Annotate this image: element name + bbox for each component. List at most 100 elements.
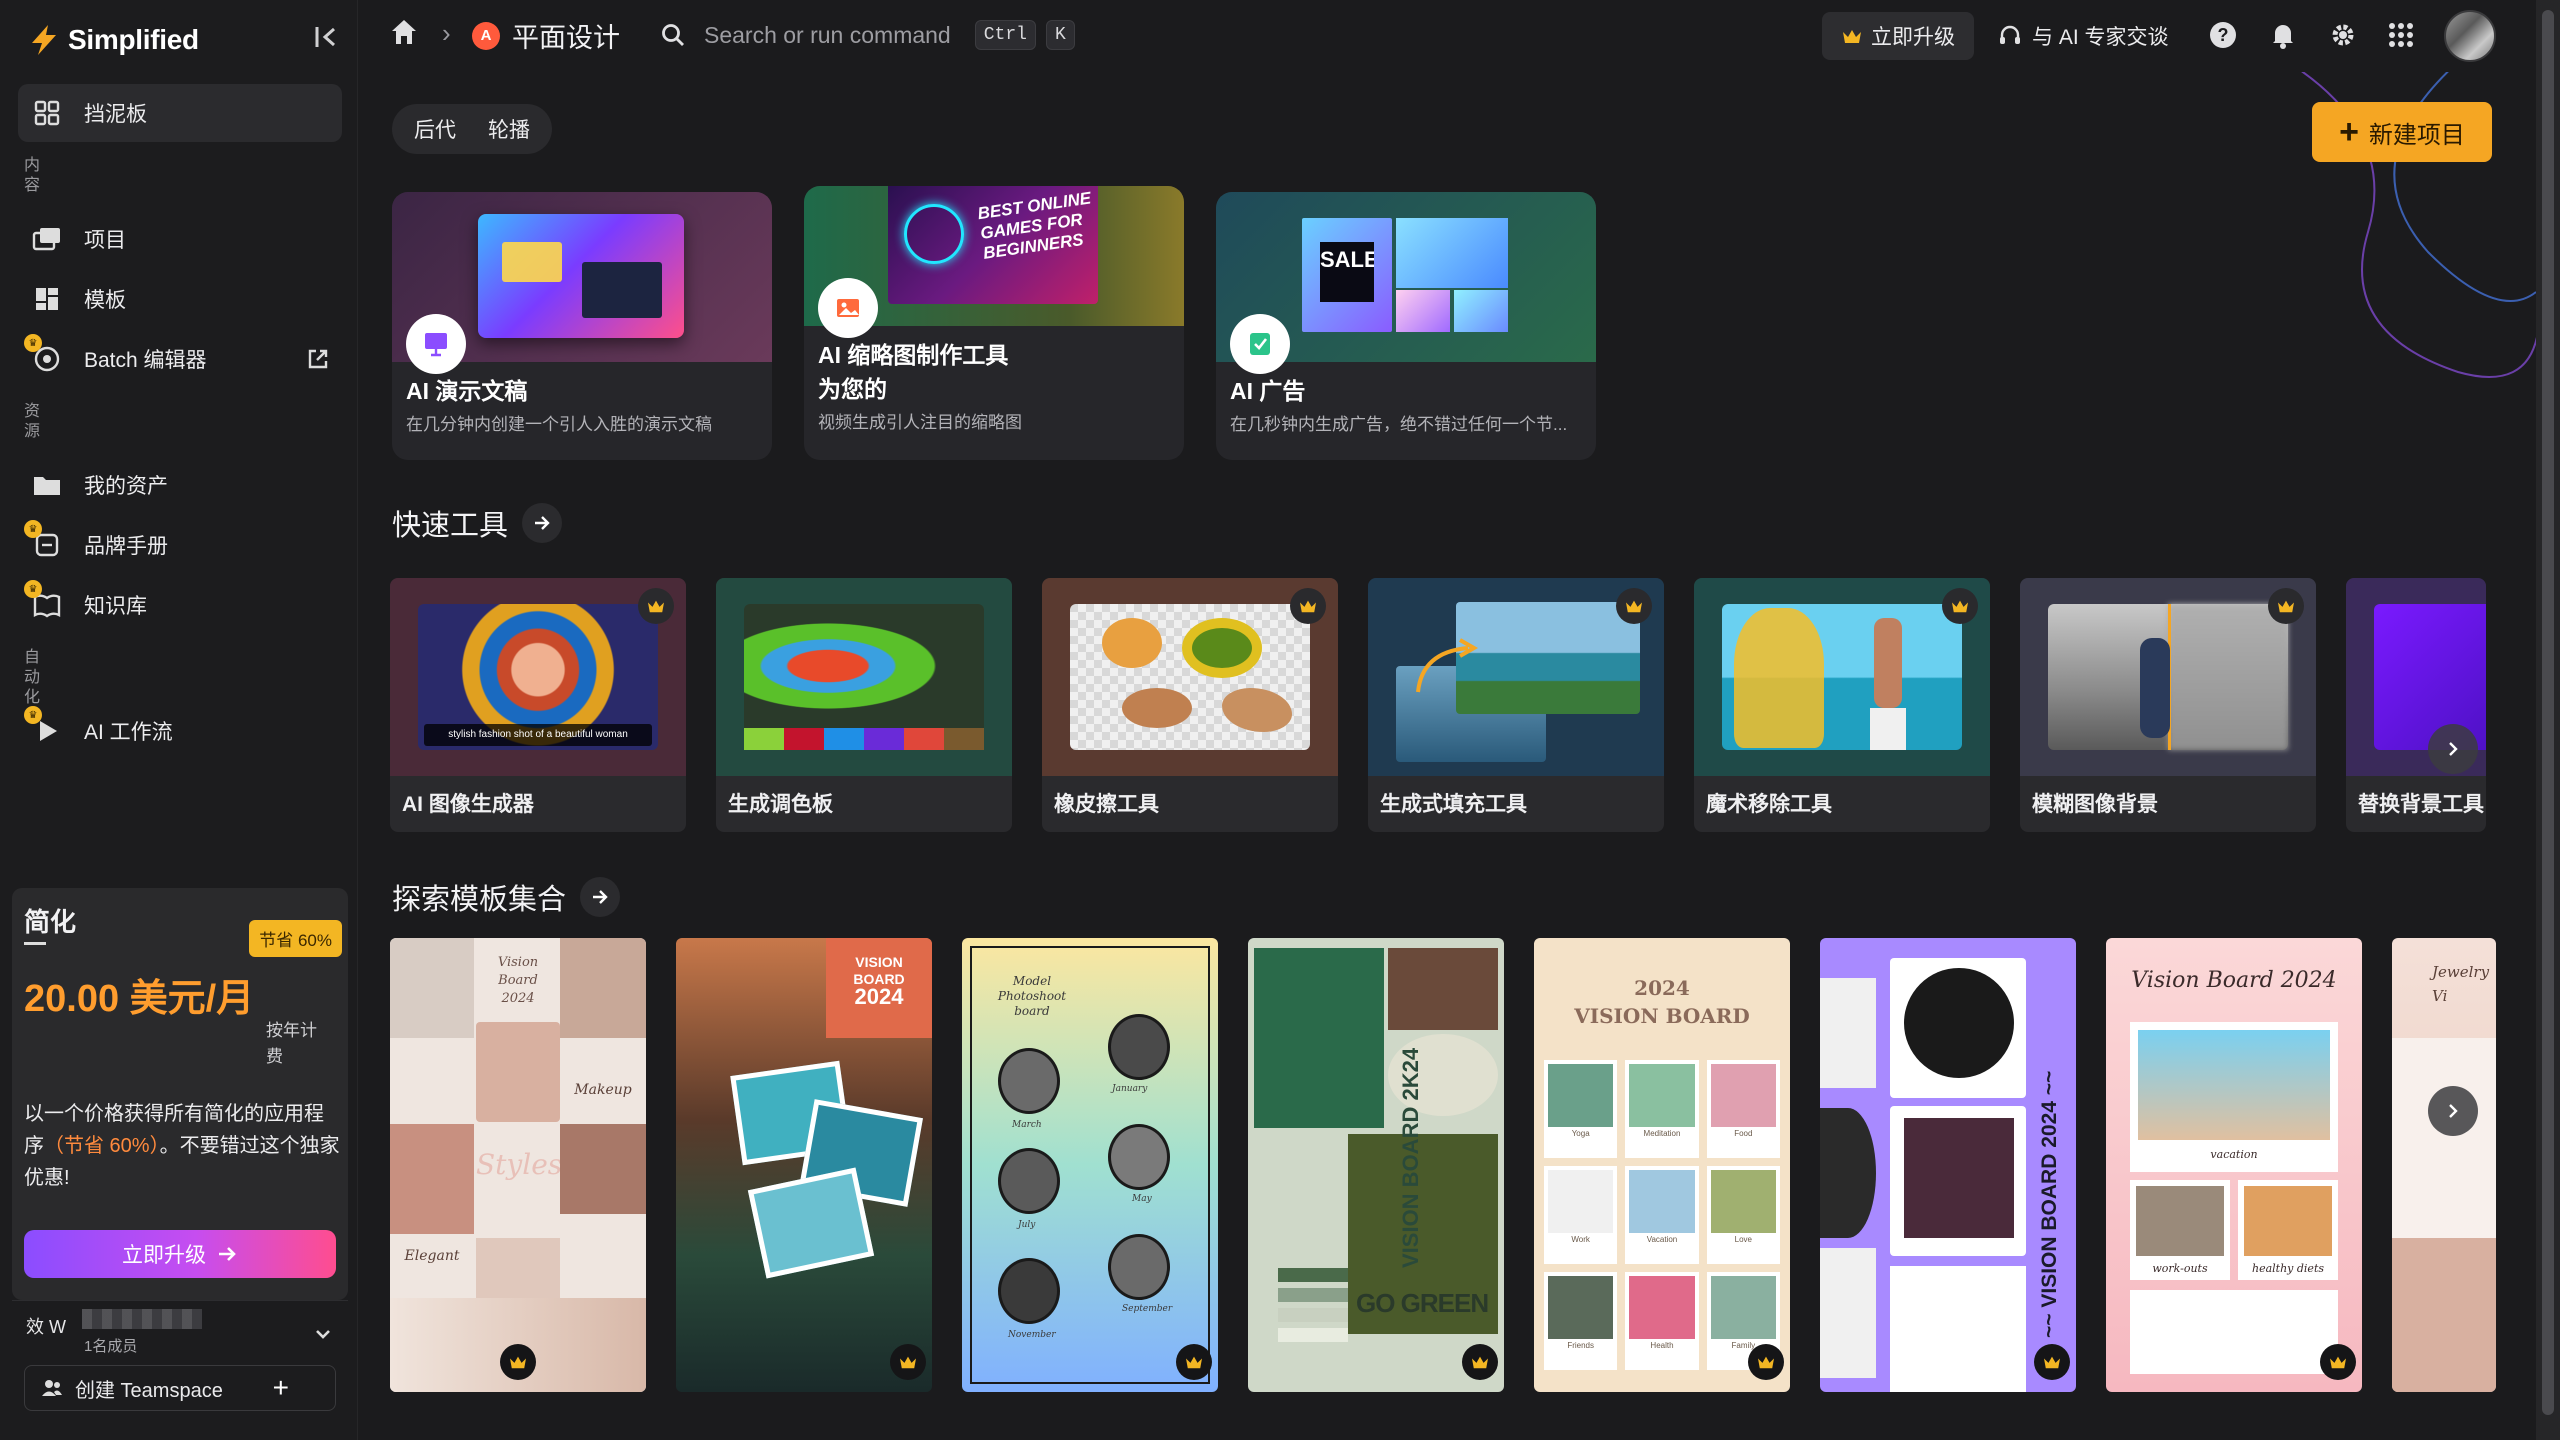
template-label: Yoga [1571,1129,1590,1138]
template-label: July [1018,1220,1036,1230]
tool-replace-background[interactable]: 替换背景工具 [2346,578,2486,832]
tool-eraser[interactable]: 橡皮擦工具 [1042,578,1338,832]
sidebar-item-ai-workflow[interactable]: ♛ AI 工作流 [18,702,342,760]
template-card[interactable]: GO GREEN VISION BOARD 2K24 [1248,938,1504,1392]
ai-expert-label: 与 AI 专家交谈 [2032,26,2169,49]
sidebar-item-label: 挡泥板 [84,103,147,126]
template-card[interactable]: Vision Board 2024 Makeup Styles Elegant [390,938,646,1392]
template-card[interactable]: Model Photoshoot board January March May J… [962,938,1218,1392]
user-avatar[interactable] [2444,10,2496,62]
template-label: Makeup [574,1082,632,1098]
app-title: 平面设计 [512,23,620,53]
template-label: September [1122,1304,1173,1314]
template-card[interactable]: Jewelry Vi [2392,938,2496,1392]
search-placeholder: Search or run command [704,21,951,48]
sidebar-item-label: 品牌手册 [84,535,168,558]
template-card[interactable]: Vision Board 2024 vacation work-outs hea… [2106,938,2362,1392]
sidebar-item-label: 项目 [84,229,126,252]
template-title: Vision Board 2024 [2131,968,2337,993]
home-icon [392,20,416,44]
workspace-name-redacted [82,1309,202,1329]
upgrade-button[interactable]: 立即升级 [1822,12,1974,60]
template-title: Jewelry Vi [2432,963,2490,1005]
feature-card-ai-ads[interactable]: SALE AI 广告 在几秒钟内生成广告，绝不错过任何一个节... [1216,192,1596,460]
collapse-sidebar-icon[interactable] [312,22,342,52]
apps-grid-button[interactable] [2382,16,2420,54]
notifications-button[interactable] [2264,16,2302,54]
tool-magic-remove[interactable]: 魔术移除工具 [1694,578,1990,832]
tool-label: 替换背景工具 [2358,793,2484,816]
promo-upgrade-button[interactable]: 立即升级 [24,1230,336,1278]
talk-to-ai-expert-button[interactable]: 与 AI 专家交谈 [1998,12,2169,60]
main-content: 后代 轮播 + 新建项目 AI 演示文稿 在几分钟内创建一个引人入胜的演示文稿 … [358,72,2536,1440]
sidebar-item-batch-editor[interactable]: ♛ Batch 编辑器 [18,330,342,388]
upgrade-label: 立即升级 [1871,26,1955,49]
create-teamspace-button[interactable]: 创建 Teamspace + [24,1365,336,1411]
crown-icon [2320,1344,2356,1380]
headset-icon [2000,25,2020,44]
template-label: March [1012,1120,1042,1130]
external-link-icon[interactable] [306,347,330,371]
feature-subtitle: 在几分钟内创建一个引人入胜的演示文稿 [406,415,712,434]
feature-card-ai-presentation[interactable]: AI 演示文稿 在几分钟内创建一个引人入胜的演示文稿 [392,192,772,460]
template-card[interactable]: VISION BOARD 2024 [676,938,932,1392]
brand-kit-icon: ♛ [24,520,62,560]
feature-title: AI 缩略图制作工具为您的 [818,342,1009,402]
template-label: work-outs [2152,1262,2208,1275]
logo[interactable]: Simplified [28,20,199,60]
feature-card-ai-thumbnail[interactable]: BEST ONLINE GAMES FOR BEGINNERS AI 缩略图制作… [804,186,1184,460]
tool-label: AI 图像生成器 [402,793,534,816]
sidebar: Simplified 挡泥板 内容 项目 模板 ♛ Batch 编辑器 资源 我… [0,0,358,1440]
quick-tools-header: 快速工具 [392,502,563,544]
sidebar-item-brand-kit[interactable]: ♛ 品牌手册 [18,516,342,574]
command-search[interactable]: Search or run command Ctrl K [650,10,1102,60]
team-icon [42,1380,62,1396]
template-title: Vision Board 2024 [497,955,539,1006]
template-card[interactable]: ~~ VISION BOARD 2024 ~~ [1820,938,2076,1392]
upgrade-promo-card: 简化 节省 60% 20.00 美元/月 按年计费 以一个价格获得所有简化的应用… [12,888,348,1300]
breadcrumb-app[interactable]: A 平面设计 [472,16,620,55]
template-card[interactable]: 2024 VISION BOARD Yoga Meditation Food Work V… [1534,938,1790,1392]
tool-ai-image-generator[interactable]: stylish fashion shot of a beautiful woma… [390,578,686,832]
svg-text:?: ? [2218,25,2229,45]
template-label: May [1132,1194,1152,1204]
plus-icon: + [2339,113,2359,151]
tab-descendants[interactable]: 后代 [400,106,470,152]
tools-next-button[interactable] [2428,724,2478,774]
arrow-right-icon[interactable] [580,877,621,917]
sidebar-item-knowledge-base[interactable]: ♛ 知识库 [18,576,342,634]
knowledge-base-icon: ♛ [24,580,62,620]
tab-carousel[interactable]: 轮播 [474,106,544,152]
scrollbar-thumb[interactable] [2542,10,2554,1415]
vertical-scrollbar[interactable] [2536,0,2560,1440]
tool-label: 模糊图像背景 [2032,793,2158,816]
settings-button[interactable] [2324,16,2362,54]
template-photo-cell: Food [1706,1060,1780,1158]
tool-label: 生成调色板 [728,793,833,816]
sidebar-item-dashboard[interactable]: 挡泥板 [18,84,342,142]
batch-editor-icon: ♛ [24,334,62,374]
chevron-down-icon[interactable] [312,1323,334,1345]
template-photo-cell: Health [1625,1272,1699,1370]
breadcrumb-separator-icon: › [442,18,451,48]
tool-color-palette-generator[interactable]: 生成调色板 [716,578,1012,832]
sidebar-item-templates[interactable]: 模板 [18,270,342,328]
template-photo-cell: Love [1706,1166,1780,1264]
arrow-right-icon[interactable] [522,503,563,543]
new-project-button[interactable]: + 新建项目 [2312,102,2492,162]
sidebar-item-my-assets[interactable]: 我的资产 [18,456,342,514]
help-button[interactable]: ? [2204,16,2242,54]
template-subtitle: VISION BOARD 2K24 [1398,1047,1423,1268]
home-button[interactable] [388,16,420,48]
templates-next-button[interactable] [2428,1086,2478,1136]
tool-blur-background[interactable]: 模糊图像背景 [2020,578,2316,832]
template-photo-cell: Yoga [1544,1060,1618,1158]
sidebar-item-projects[interactable]: 项目 [18,210,342,268]
tool-generative-fill[interactable]: 生成式填充工具 [1368,578,1664,832]
presentation-icon [406,314,466,374]
template-label: Friends [1567,1341,1594,1350]
workspace-switcher[interactable]: 效 W 1名成员 创建 Teamspace + [12,1300,348,1426]
discount-badge: 节省 60% [249,920,342,957]
section-label-automation: 自动化 [24,649,41,706]
sale-label: SALE [1320,242,1374,302]
